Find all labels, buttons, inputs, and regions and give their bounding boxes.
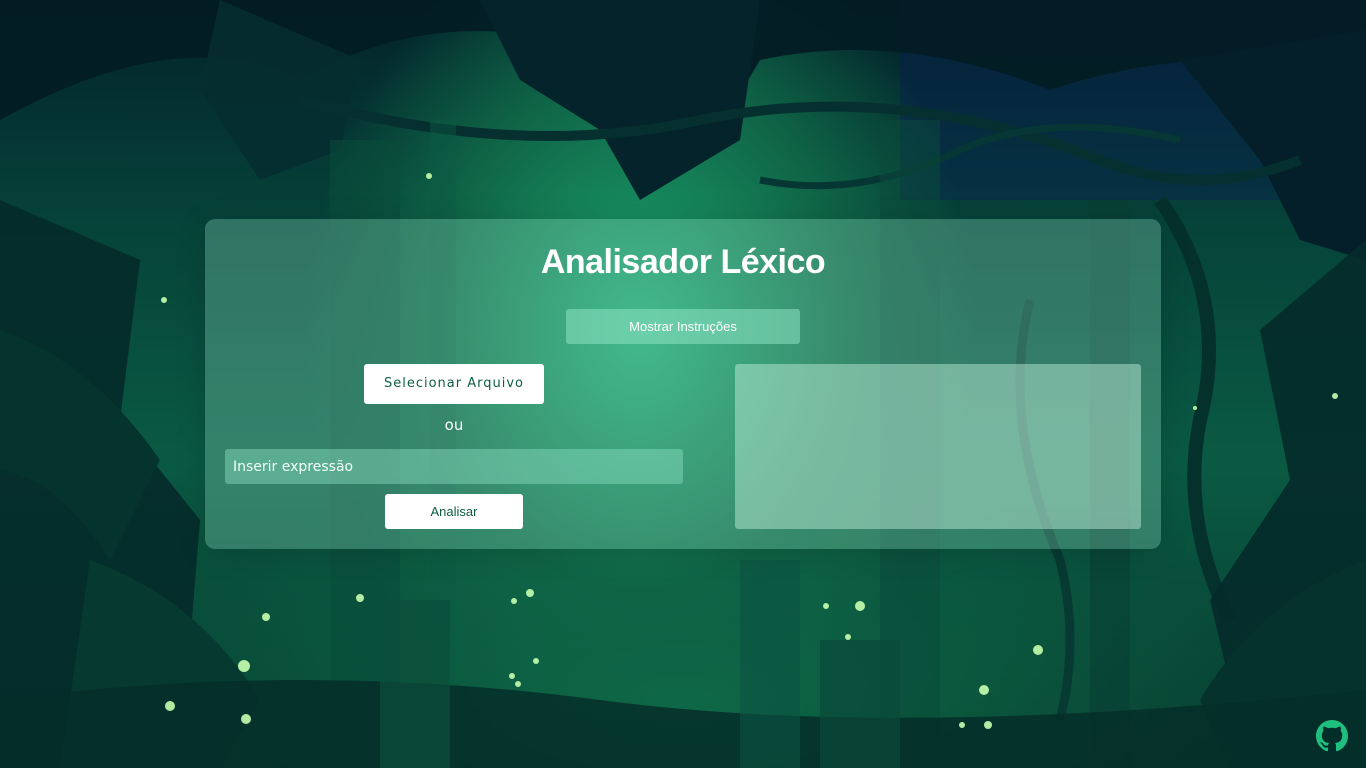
analyzer-panel: Analisador Léxico Mostrar Instruções Sel… [205, 219, 1161, 549]
page-title: Analisador Léxico [540, 243, 826, 281]
show-instructions-button[interactable]: Mostrar Instruções [566, 309, 800, 344]
github-link[interactable] [1316, 720, 1348, 752]
output-area [735, 364, 1141, 529]
github-icon [1316, 720, 1348, 752]
select-file-button[interactable]: Selecionar Arquivo [364, 364, 544, 404]
or-separator: ou [444, 416, 464, 434]
expression-input[interactable] [225, 449, 683, 484]
analyze-button[interactable]: Analisar [385, 494, 523, 529]
